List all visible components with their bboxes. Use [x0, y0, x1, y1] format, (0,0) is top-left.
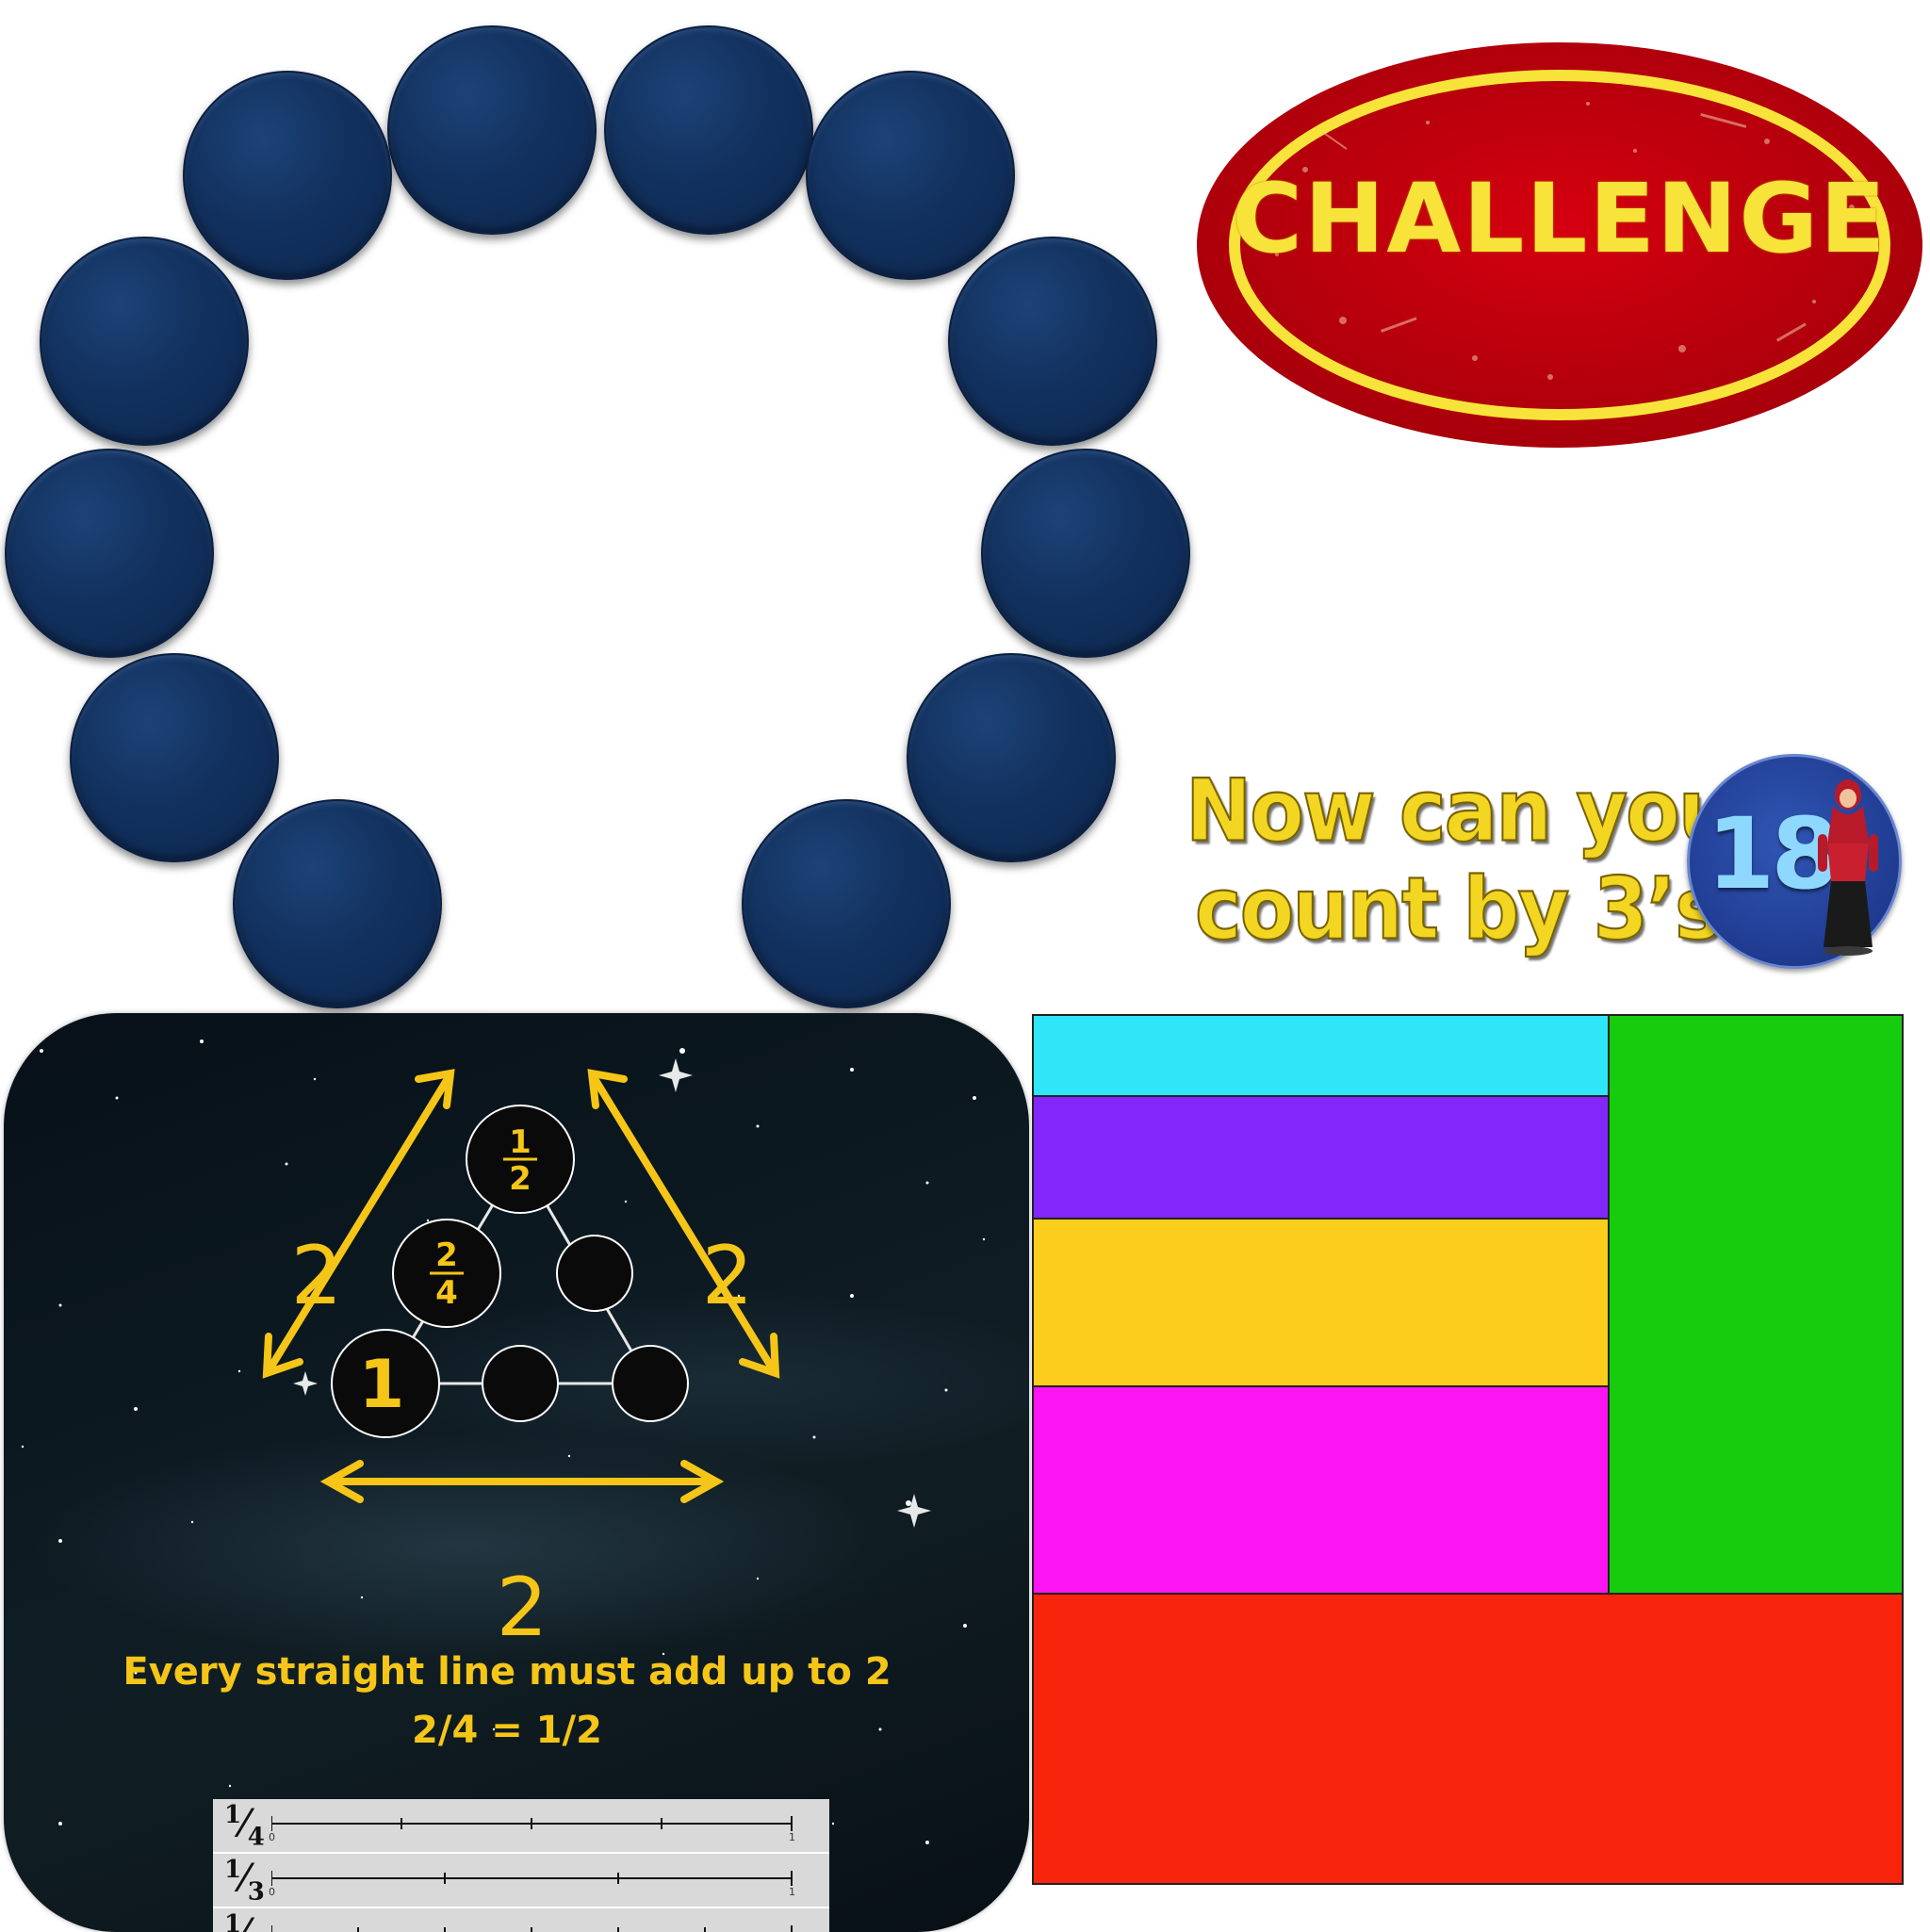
- count-by-threes-question: Now can you count by 3’s?: [1185, 760, 1767, 959]
- number-line-label-num: 1: [224, 1856, 242, 1884]
- number-line-track: [271, 1816, 793, 1831]
- counter[interactable]: [806, 71, 1015, 280]
- purple-bar[interactable]: [1032, 1095, 1610, 1220]
- counter[interactable]: [387, 25, 597, 235]
- middle-circle-denominator: 4: [435, 1274, 458, 1312]
- right-side-sum: 2: [702, 1229, 754, 1323]
- number-line-sixths: 1⁄6 0 1: [213, 1908, 829, 1932]
- teacher-figure-icon: [1818, 779, 1878, 956]
- top-circle-numerator: 1: [509, 1123, 532, 1161]
- number-line-quarters: 1⁄4 0 1: [213, 1799, 829, 1854]
- challenge-badge: CHALLENGE: [1192, 38, 1927, 452]
- number-line-zero: 0: [269, 1886, 275, 1898]
- question-line-2: count by 3’s?: [1194, 858, 1767, 959]
- number-line-track: [271, 1871, 793, 1886]
- number-line-label-num: 1: [224, 1910, 242, 1932]
- yellow-bar[interactable]: [1032, 1218, 1610, 1387]
- counter[interactable]: [233, 799, 442, 1008]
- number-line-label-num: 1: [224, 1801, 242, 1829]
- challenge-title: CHALLENGE: [1232, 162, 1888, 275]
- number-line-one: 1: [789, 1831, 795, 1843]
- number-line-zero: 0: [269, 1831, 275, 1843]
- rule-text: Every straight line must add up to 2: [123, 1650, 891, 1694]
- left-side-sum: 2: [291, 1229, 343, 1323]
- equivalence-text: 2/4 = 1/2: [412, 1709, 602, 1752]
- number-line-label: 1⁄3: [224, 1856, 265, 1907]
- magenta-bar[interactable]: [1032, 1385, 1610, 1595]
- counter[interactable]: [948, 237, 1157, 446]
- cyan-bar[interactable]: [1032, 1014, 1610, 1097]
- middle-circle-numerator: 2: [435, 1236, 458, 1274]
- counter[interactable]: [5, 449, 214, 658]
- number-medallion[interactable]: 18: [1687, 754, 1902, 969]
- puzzle-canvas: 1 2 2 4 1 2 2 2 Every straight line must…: [21, 1040, 986, 1844]
- green-bar[interactable]: [1608, 1014, 1904, 1595]
- counter[interactable]: [70, 653, 279, 862]
- counter[interactable]: [40, 237, 249, 446]
- question-line-1: Now can you: [1185, 760, 1736, 861]
- counter[interactable]: [604, 25, 813, 235]
- number-line-label: 1⁄4: [224, 1801, 265, 1852]
- counter[interactable]: [183, 71, 392, 280]
- number-line-label-den: 3: [247, 1877, 265, 1907]
- fraction-triangle-puzzle: 1 2 2 4 1 2 2 2 Every straight line must…: [4, 1013, 1029, 1932]
- counter[interactable]: [981, 449, 1190, 658]
- red-bar[interactable]: [1032, 1593, 1904, 1885]
- counter[interactable]: [907, 653, 1116, 862]
- bottom-side-sum: 2: [497, 1561, 548, 1655]
- number-line-label: 1⁄6: [224, 1910, 265, 1932]
- number-line-label-den: 4: [247, 1823, 265, 1852]
- top-circle-denominator: 2: [509, 1160, 532, 1198]
- number-line-one: 1: [789, 1886, 795, 1898]
- counter[interactable]: [742, 799, 951, 1008]
- number-line-thirds: 1⁄3 0 1: [213, 1854, 829, 1908]
- number-line-track: [271, 1925, 793, 1932]
- bottom-left-circle-value: 1: [359, 1346, 405, 1423]
